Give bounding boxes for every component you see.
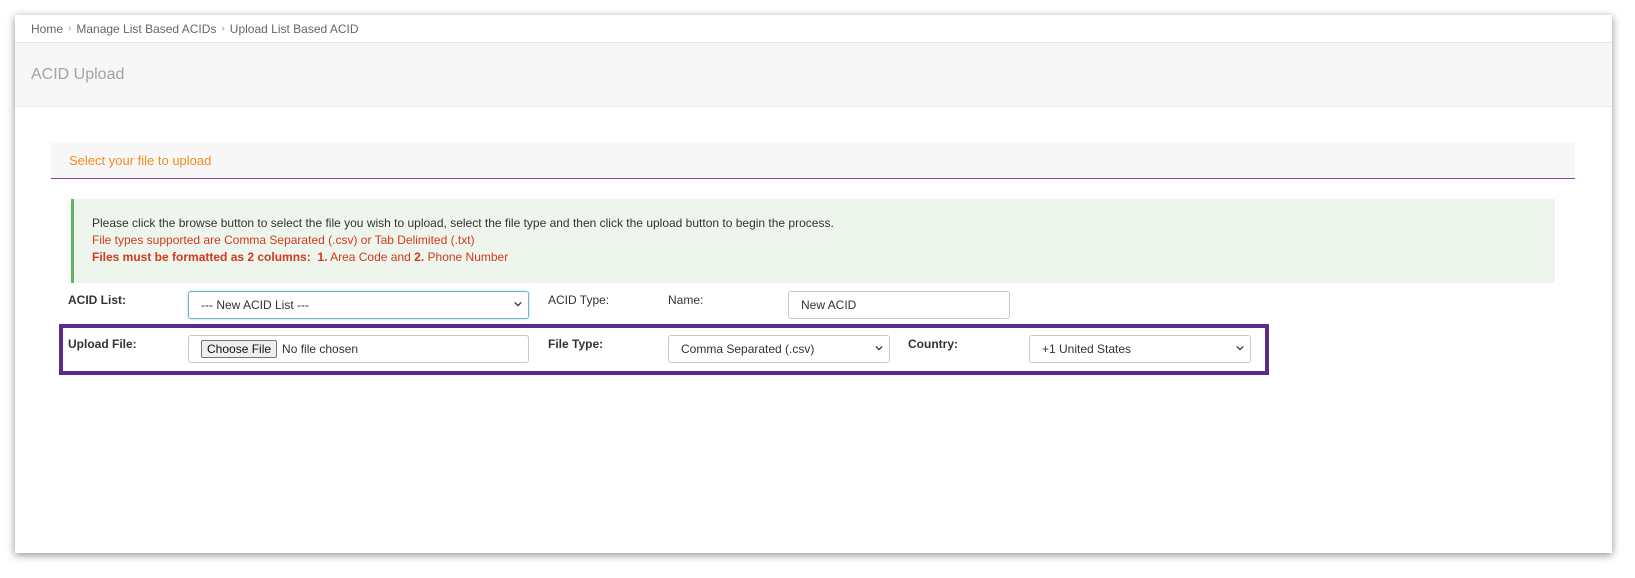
file-type-selected-value: Comma Separated (.csv): [681, 342, 815, 356]
breadcrumb-current: Upload List Based ACID: [229, 21, 359, 36]
acid-type-label: ACID Type:: [548, 293, 610, 307]
breadcrumb-home[interactable]: Home: [31, 22, 63, 36]
country-selected-value: +1 United States: [1042, 342, 1132, 356]
breadcrumb: Home › Manage List Based ACIDs › Upload …: [15, 15, 1612, 43]
column-1-number: 1.: [317, 250, 328, 264]
no-file-chosen-text: No file chosen: [282, 342, 359, 356]
format-requirements: Files must be formatted as 2 columns: 1.…: [92, 249, 1537, 266]
acid-list-selected-value: --- New ACID List ---: [201, 298, 309, 312]
country-select[interactable]: +1 United States: [1029, 335, 1251, 363]
file-type-label: File Type:: [548, 337, 604, 351]
column-2-text: Phone Number: [427, 250, 509, 264]
chevron-right-icon: ›: [68, 23, 72, 34]
page-header: ACID Upload: [15, 43, 1612, 107]
page-title: ACID Upload: [31, 65, 125, 83]
name-input-value: New ACID: [801, 298, 857, 312]
format-bold-text: Files must be formatted as 2 columns:: [92, 250, 311, 264]
instructions-text: Please click the browse button to select…: [92, 216, 834, 230]
upload-file-input[interactable]: Choose File No file chosen: [188, 335, 529, 363]
instructions-alert: Please click the browse button to select…: [71, 199, 1555, 283]
chevron-down-icon: [1236, 345, 1244, 351]
file-type-select[interactable]: Comma Separated (.csv): [668, 335, 890, 363]
chevron-right-icon: ›: [221, 23, 225, 34]
chevron-down-icon: [514, 301, 522, 307]
upload-file-label: Upload File:: [68, 337, 137, 351]
chevron-down-icon: [875, 345, 883, 351]
acid-list-label: ACID List:: [68, 293, 126, 307]
breadcrumb-manage-list-based-acids[interactable]: Manage List Based ACIDs: [76, 22, 216, 36]
name-input[interactable]: New ACID: [788, 291, 1010, 319]
acid-list-select[interactable]: --- New ACID List ---: [188, 291, 529, 319]
name-label: Name:: [668, 293, 704, 307]
column-1-text: Area Code and: [330, 250, 411, 264]
country-label: Country:: [908, 337, 958, 351]
upload-panel: Select your file to upload Please click …: [51, 143, 1575, 283]
column-2-number: 2.: [414, 250, 425, 264]
panel-title: Select your file to upload: [51, 143, 1575, 179]
app-window: Home › Manage List Based ACIDs › Upload …: [15, 15, 1612, 553]
choose-file-button[interactable]: Choose File: [201, 340, 278, 358]
supported-types-text: File types supported are Comma Separated…: [92, 233, 475, 247]
